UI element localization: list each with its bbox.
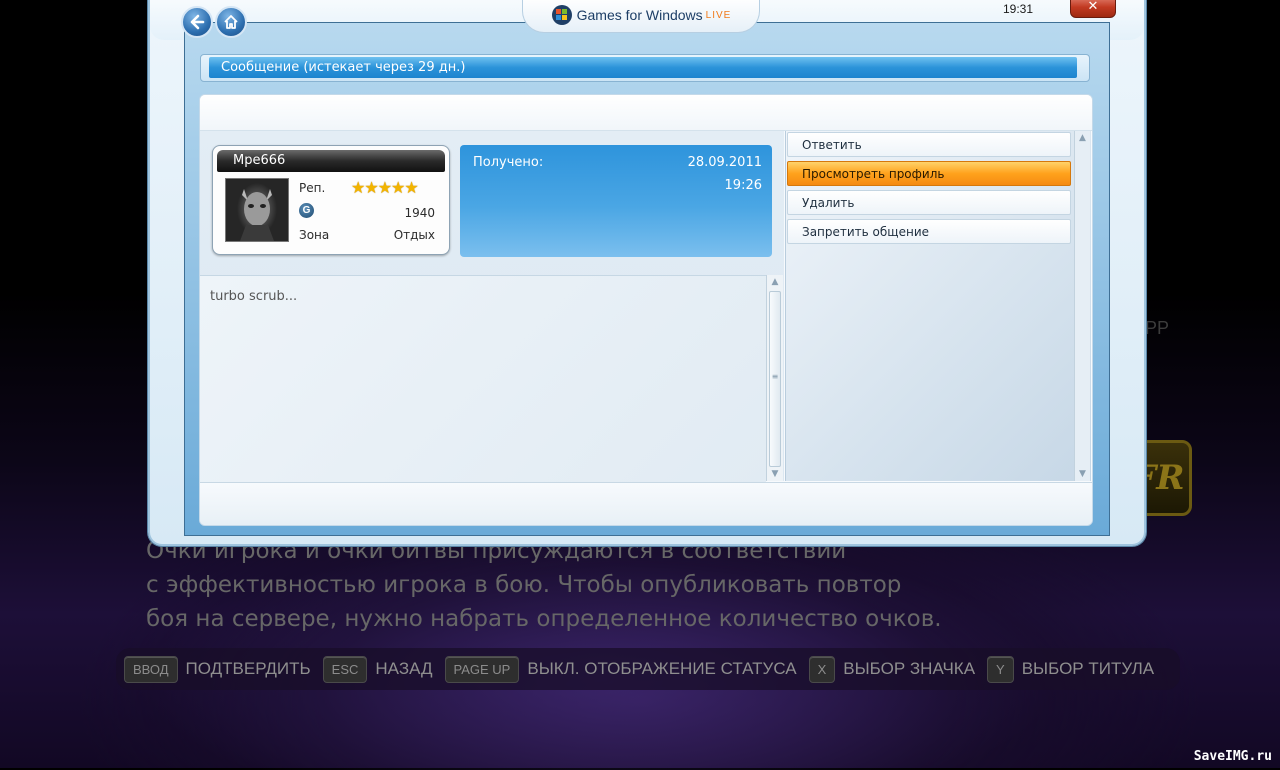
close-icon: ✕ [1087,0,1099,14]
gamertag: Mpe666 [233,153,286,168]
back-arrow-icon [190,14,205,30]
action-menu-scrollbar[interactable]: ▲ ▼ [1074,131,1090,481]
zone-value: Отдых [393,228,435,242]
scroll-up-arrow-icon[interactable]: ▲ [767,275,783,289]
gamerscore-value: 1940 [404,206,435,220]
message-scrollbar[interactable]: ▲ ≡ ▼ [766,275,783,481]
back-button[interactable] [181,6,213,38]
hint-status-label: ВЫКЛ. ОТОБРАЖЕНИЕ СТАТУСА [527,659,797,678]
gamerscore-icon: G [299,203,314,218]
clock: 19:31 [1003,2,1034,16]
scroll-down-arrow-icon[interactable]: ▼ [767,467,783,481]
rep-stars: ★★★★★ [351,178,419,197]
key-y[interactable]: Y [987,655,1014,683]
hint-confirm-label: ПОДТВЕРДИТЬ [185,659,311,678]
gfwl-logo: Games for Windows LIVE [522,0,760,33]
action-delete[interactable]: Удалить [787,190,1071,215]
scroll-thumb[interactable]: ≡ [769,291,781,467]
gamer-card-header: Mpe666 [217,150,445,172]
home-button[interactable] [215,6,247,38]
action-view-profile[interactable]: Просмотреть профиль [787,161,1071,186]
controller-button-hints: ВВОД ПОДТВЕРДИТЬ ESC НАЗАД PAGE UP ВЫКЛ.… [116,648,1180,690]
message-details-area: Mpe666 Реп. ★★★★★ G 1940 Зона Отдых Полу… [200,131,784,482]
message-panel: Mpe666 Реп. ★★★★★ G 1940 Зона Отдых Полу… [199,94,1093,526]
action-block-communication[interactable]: Запретить общение [787,219,1071,244]
received-date: 28.09.2011 [687,155,762,170]
gamer-card[interactable]: Mpe666 Реп. ★★★★★ G 1940 Зона Отдых [212,145,450,255]
gfwl-live-text: LIVE [705,9,732,21]
message-title-highlight: Сообщение (истекает через 29 дн.) [209,57,1077,78]
message-body[interactable]: turbo scrub... [200,275,766,482]
panel-footer [200,482,1092,525]
key-x[interactable]: X [808,655,836,683]
key-enter[interactable]: ВВОД [124,655,178,683]
gfwl-logo-text: Games for Windows [576,7,703,23]
message-title-bar: Сообщение (истекает через 29 дн.) [200,54,1090,82]
action-menu: Ответить Просмотреть профиль Удалить Зап… [785,131,1091,481]
zone-label: Зона [299,228,330,242]
hint-back-label: НАЗАД [375,659,433,678]
received-info: Получено: 28.09.2011 19:26 [460,145,772,257]
hint-line: боя на сервере, нужно набрать определенн… [146,606,942,632]
key-page-up[interactable]: PAGE UP [444,655,520,683]
home-icon [224,15,238,29]
key-esc[interactable]: ESC [322,655,368,683]
avatar [225,178,289,242]
menu-scroll-up-arrow-icon[interactable]: ▲ [1075,131,1090,145]
message-text: turbo scrub... [210,289,298,304]
hint-title-label: ВЫБОР ТИТУЛА [1021,659,1155,678]
grip-icon: ≡ [771,372,779,381]
windows-flag-icon [551,5,572,25]
game-hint-text: Очки игрока и очки битвы присуждаются в … [146,534,1046,636]
panel-header [200,95,1092,131]
received-label: Получено: [473,155,544,170]
action-reply[interactable]: Ответить [787,132,1071,157]
watermark: SaveIMG.ru [1193,749,1272,764]
menu-scroll-down-arrow-icon[interactable]: ▼ [1075,467,1090,481]
received-time: 19:26 [724,178,762,193]
close-button[interactable]: ✕ [1070,0,1116,18]
hint-line: с эффективностью игрока в бою. Чтобы опу… [146,572,902,598]
avatar-image [240,189,274,241]
hint-icon-label: ВЫБОР ЗНАЧКА [843,659,976,678]
message-title: Сообщение (истекает через 29 дн.) [221,60,466,75]
rep-label: Реп. [299,181,326,195]
